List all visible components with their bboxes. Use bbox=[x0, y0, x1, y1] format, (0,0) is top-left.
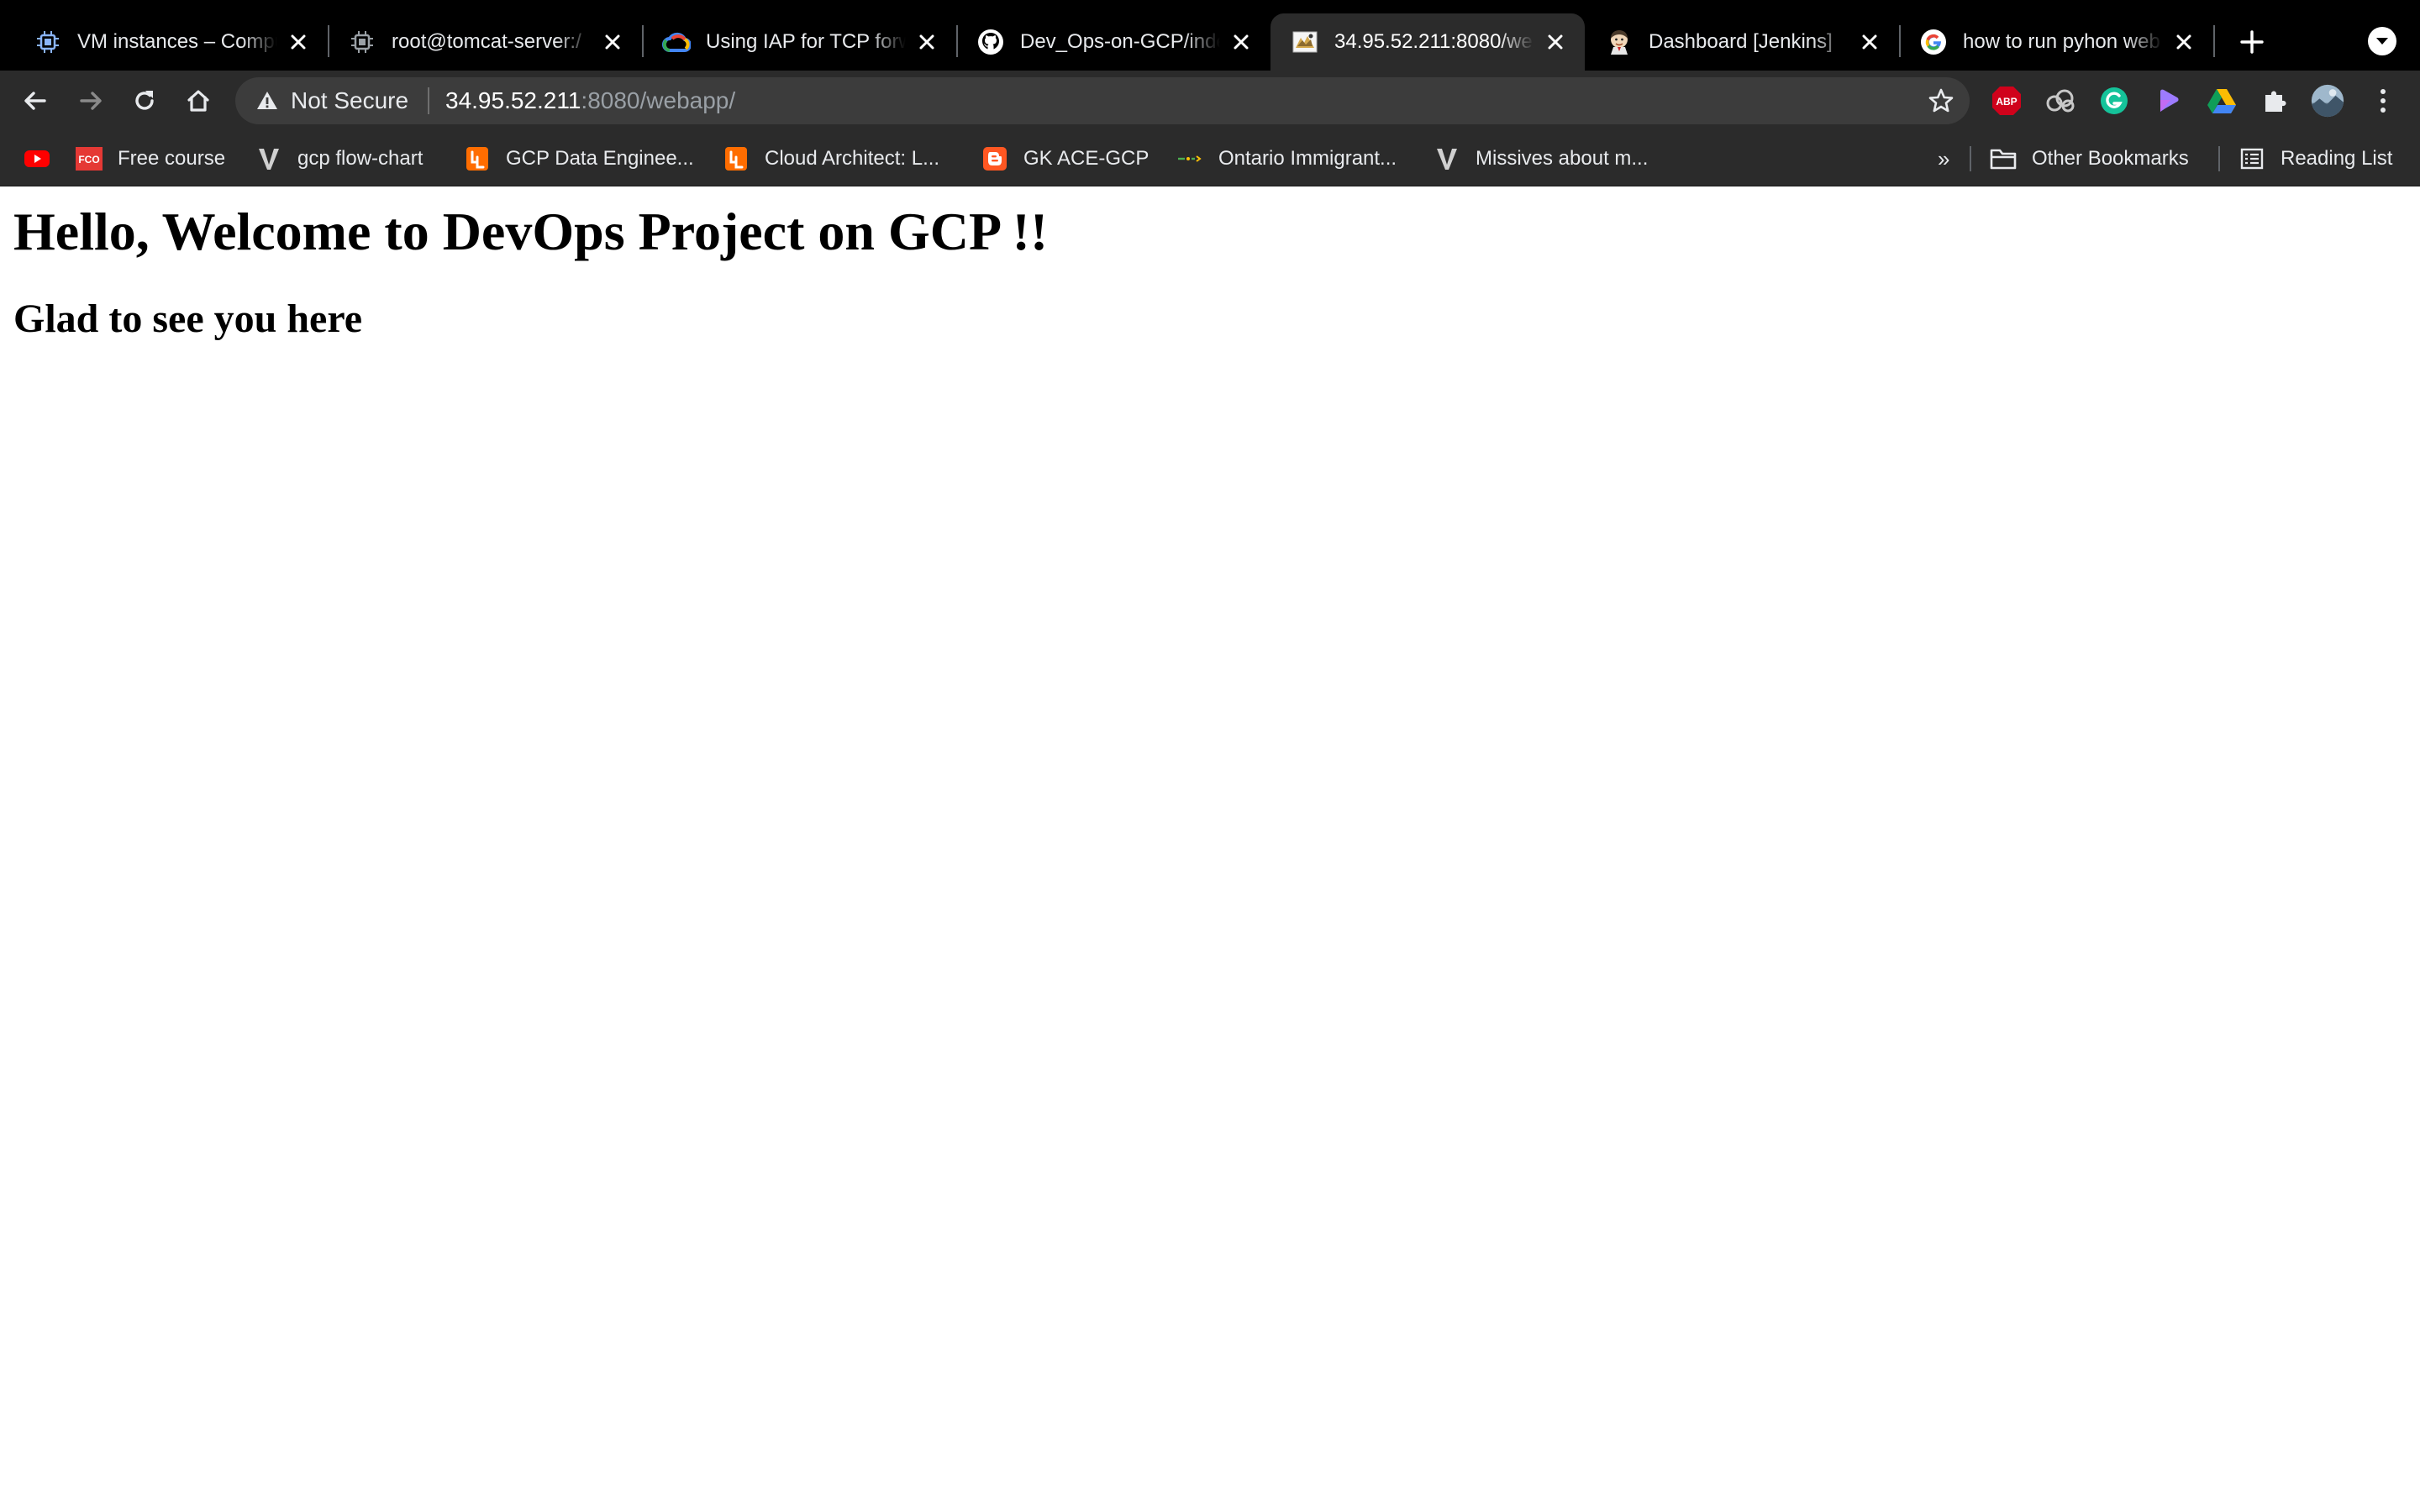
plus-icon bbox=[2240, 30, 2264, 54]
close-icon[interactable] bbox=[1228, 29, 1254, 55]
divider bbox=[1970, 146, 1971, 171]
page-heading: Hello, Welcome to DevOps Project on GCP … bbox=[13, 202, 1049, 261]
bookmark-label: GCP Data Enginee... bbox=[506, 147, 694, 170]
v-icon bbox=[255, 145, 282, 172]
bookmark-ontario-immigrant[interactable]: Ontario Immigrant... bbox=[1176, 141, 1397, 176]
bookmarks-bar: FCO Free course gcp flow-chart GCP Data … bbox=[0, 131, 2420, 186]
cloud-extension-icon[interactable] bbox=[2044, 84, 2077, 118]
tab-title: 34.95.52.211:8080/webapp/ bbox=[1334, 30, 1534, 53]
v-icon bbox=[1434, 145, 1460, 172]
forward-button[interactable] bbox=[72, 82, 109, 119]
chevron-down-icon bbox=[2376, 38, 2388, 45]
home-icon bbox=[187, 90, 209, 112]
tab-title: VM instances – Compute Engine bbox=[77, 30, 277, 53]
warning-icon[interactable] bbox=[255, 89, 279, 113]
grammarly-icon[interactable] bbox=[2097, 84, 2131, 118]
address-bar[interactable]: Not Secure 34.95.52.211:8080/webapp/ bbox=[235, 77, 1970, 124]
adblock-label: ABP bbox=[1996, 96, 2017, 108]
url-host: 34.95.52.211 bbox=[445, 87, 581, 113]
tab-title: root@tomcat-server:/ bbox=[392, 30, 581, 53]
tab-jenkins[interactable]: Dashboard [Jenkins] bbox=[1585, 13, 1899, 71]
back-button[interactable] bbox=[17, 82, 54, 119]
google-cloud-icon bbox=[662, 28, 691, 56]
tab-search-button[interactable] bbox=[2368, 27, 2396, 55]
tab-title: Using IAP for TCP forwarding bbox=[706, 30, 906, 53]
reading-list-button[interactable]: Reading List bbox=[2238, 141, 2392, 176]
close-icon[interactable] bbox=[286, 29, 311, 55]
more-menu-icon[interactable] bbox=[2366, 84, 2400, 118]
bookmark-orange-icon bbox=[464, 145, 491, 172]
reading-list-icon bbox=[2238, 145, 2265, 172]
forward-arrow-icon bbox=[80, 92, 102, 110]
tab-title: how to run pyhon web app bbox=[1963, 30, 2163, 53]
tab-webapp-active[interactable]: 34.95.52.211:8080/webapp/ bbox=[1270, 13, 1585, 71]
fco-icon: FCO bbox=[76, 145, 103, 172]
tab-separator bbox=[2213, 25, 2215, 57]
bookmark-label: Ontario Immigrant... bbox=[1218, 147, 1397, 170]
bookmark-youtube[interactable] bbox=[24, 141, 66, 176]
tab-title: Dashboard [Jenkins] bbox=[1649, 30, 1833, 53]
bookmark-cloud-architect[interactable]: Cloud Architect: L... bbox=[723, 141, 939, 176]
divider bbox=[428, 87, 429, 114]
close-icon[interactable] bbox=[1857, 29, 1882, 55]
url-path: :8080/webapp/ bbox=[581, 87, 736, 113]
github-icon bbox=[976, 28, 1005, 56]
tab-google-search[interactable]: how to run pyhon web app bbox=[1899, 13, 2213, 71]
youtube-icon bbox=[24, 145, 50, 172]
tab-strip: VM instances – Compute Engine root@tomca… bbox=[0, 0, 2420, 71]
close-icon[interactable] bbox=[600, 29, 625, 55]
tab-github[interactable]: Dev_Ops-on-GCP/index bbox=[956, 13, 1270, 71]
security-status[interactable]: Not Secure bbox=[291, 88, 408, 113]
home-button[interactable] bbox=[180, 82, 217, 119]
bookmark-gcp-flow-chart[interactable]: gcp flow-chart bbox=[255, 141, 423, 176]
google-icon bbox=[1919, 28, 1948, 56]
back-arrow-icon bbox=[24, 92, 46, 110]
extensions-puzzle-icon[interactable] bbox=[2259, 84, 2292, 118]
compute-engine-icon bbox=[34, 28, 62, 56]
bookmark-gk-ace-gcp[interactable]: GK ACE-GCP bbox=[981, 141, 1149, 176]
page-content: Hello, Welcome to DevOps Project on GCP … bbox=[0, 186, 2420, 1512]
reload-button[interactable] bbox=[126, 82, 163, 119]
tab-iap-docs[interactable]: Using IAP for TCP forwarding bbox=[642, 13, 956, 71]
bookmark-label: Cloud Architect: L... bbox=[765, 147, 940, 170]
tomcat-icon bbox=[1291, 28, 1319, 56]
bookmarks-overflow-button[interactable]: » bbox=[1938, 141, 1949, 176]
close-icon[interactable] bbox=[914, 29, 939, 55]
blogger-icon bbox=[981, 145, 1008, 172]
adblock-plus-icon[interactable]: ABP bbox=[1990, 84, 2023, 118]
close-icon[interactable] bbox=[1543, 29, 1568, 55]
page-subheading: Glad to see you here bbox=[13, 297, 363, 341]
folder-icon bbox=[1990, 145, 2017, 172]
tab-ssh-terminal[interactable]: root@tomcat-server:/ bbox=[328, 13, 642, 71]
bookmark-label: Free course bbox=[118, 147, 226, 170]
reading-list-label: Reading List bbox=[2281, 147, 2393, 170]
profile-avatar[interactable] bbox=[2311, 84, 2344, 118]
tab-title: Dev_Ops-on-GCP/index bbox=[1020, 30, 1220, 53]
bookmark-label: Missives about m... bbox=[1476, 147, 1649, 170]
other-bookmarks-label: Other Bookmarks bbox=[2032, 147, 2189, 170]
url-text[interactable]: 34.95.52.211:8080/webapp/ bbox=[445, 88, 735, 113]
bookmark-label: gcp flow-chart bbox=[297, 147, 424, 170]
bookmark-free-course[interactable]: FCO Free course bbox=[76, 141, 225, 176]
browser-toolbar: Not Secure 34.95.52.211:8080/webapp/ ABP bbox=[0, 71, 2420, 131]
shortcut-extension-icon[interactable] bbox=[2151, 84, 2185, 118]
bookmark-missives[interactable]: Missives about m... bbox=[1434, 141, 1648, 176]
ssh-terminal-icon bbox=[348, 28, 376, 56]
bookmark-gcp-data-engineer[interactable]: GCP Data Enginee... bbox=[464, 141, 694, 176]
close-icon[interactable] bbox=[2171, 29, 2196, 55]
ontario-icon bbox=[1176, 145, 1203, 172]
tab-vm-instances[interactable]: VM instances – Compute Engine bbox=[13, 13, 328, 71]
bookmark-label: GK ACE-GCP bbox=[1023, 147, 1150, 170]
new-tab-button[interactable] bbox=[2235, 25, 2269, 59]
overflow-chevron-icon: » bbox=[1938, 145, 1950, 171]
google-drive-icon[interactable] bbox=[2205, 84, 2238, 118]
other-bookmarks-button[interactable]: Other Bookmarks bbox=[1990, 141, 2189, 176]
bookmark-star-icon[interactable] bbox=[1928, 87, 1954, 114]
reload-icon bbox=[135, 91, 154, 110]
jenkins-icon bbox=[1605, 28, 1634, 56]
divider bbox=[2218, 146, 2220, 171]
fco-label: FCO bbox=[78, 154, 99, 165]
bookmark-orange-icon bbox=[723, 145, 750, 172]
